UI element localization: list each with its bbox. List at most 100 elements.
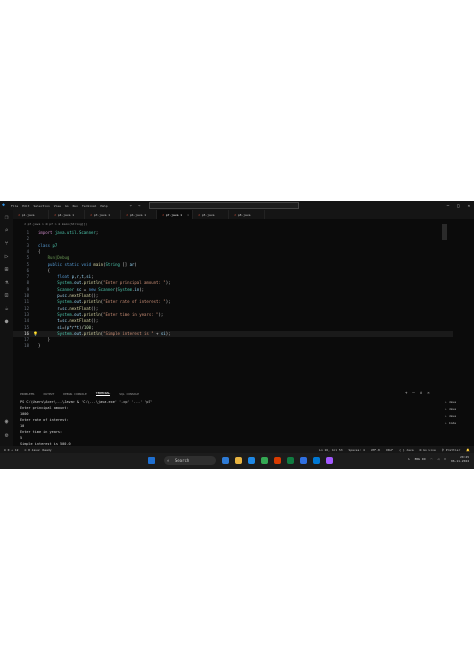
menu-help[interactable]: Help bbox=[100, 204, 107, 208]
taskbar-app-icon[interactable] bbox=[300, 457, 307, 464]
code-text: public static void main(String [] ar) bbox=[47, 261, 137, 267]
minimize-icon[interactable]: ─ bbox=[447, 203, 449, 208]
taskbar-app-icon[interactable] bbox=[248, 457, 255, 464]
menu-file[interactable]: File bbox=[11, 204, 18, 208]
status-item[interactable]: { } Java bbox=[399, 448, 413, 452]
code-text: System.out.println("Enter principal amou… bbox=[57, 280, 171, 286]
terminal-session-item[interactable]: ▸ Java bbox=[445, 413, 473, 420]
taskbar-app-icon[interactable] bbox=[274, 457, 281, 464]
menu-edit[interactable]: Edit bbox=[22, 204, 29, 208]
line-number: 5 bbox=[26, 255, 29, 261]
menu-go[interactable]: Go bbox=[65, 204, 69, 208]
menu-selection[interactable]: Selection bbox=[33, 204, 49, 208]
status-item[interactable]: ⚲ Prettier bbox=[442, 448, 460, 452]
taskbar-app-icon[interactable] bbox=[313, 457, 320, 464]
taskbar-app-icon[interactable] bbox=[326, 457, 333, 464]
code-line: 12 r=sc.nextFloat(); bbox=[13, 306, 453, 312]
tab-label: p8.java bbox=[237, 212, 251, 217]
tab-3[interactable]: Jp6.java 1 bbox=[121, 210, 157, 219]
nav-arrows: ← → bbox=[130, 203, 141, 208]
remote-explorer-icon[interactable]: ⊡ bbox=[3, 292, 10, 299]
volume-icon[interactable]: ◁ bbox=[437, 457, 439, 461]
tab-5[interactable]: Jp5.java bbox=[193, 210, 229, 219]
status-item[interactable]: CRLF bbox=[386, 448, 393, 452]
close-tab-icon[interactable]: ✕ bbox=[187, 213, 189, 217]
clock[interactable]: 20:45 06-11-2024 bbox=[451, 455, 469, 463]
tray-chevron-icon[interactable]: ∧ bbox=[408, 457, 410, 461]
live-share-icon[interactable]: ● bbox=[3, 318, 10, 325]
back-arrow-icon[interactable]: ← bbox=[130, 203, 132, 208]
new-terminal-icon[interactable]: + bbox=[405, 390, 407, 395]
menu-view[interactable]: View bbox=[54, 204, 61, 208]
code-editor[interactable]: 1 import java.util.Scanner; 2 3 class p7 4{5 … bbox=[13, 230, 474, 390]
code-text: r=sc.nextFloat(); bbox=[57, 305, 99, 311]
terminal-output[interactable]: PS C:\Users\Acer\...\Java> & 'C:\...\jav… bbox=[20, 399, 440, 453]
code-line: 1 import java.util.Scanner; bbox=[13, 230, 453, 236]
command-center-search[interactable] bbox=[148, 202, 299, 209]
taskbar-app-icon[interactable] bbox=[287, 457, 294, 464]
battery-icon[interactable]: ▭ bbox=[444, 457, 446, 461]
line-number: 18 bbox=[24, 343, 29, 349]
activity-bar: ❐ ⌕ ⑂ ▷ ⊞ ⚗ ⊡ ☕ ● ◉ ⚙ bbox=[0, 210, 13, 450]
panel-tab-problems[interactable]: PROBLEMS bbox=[20, 392, 34, 396]
java-projects-icon[interactable]: ☕ bbox=[3, 305, 10, 312]
taskbar-app-icon[interactable] bbox=[222, 457, 229, 464]
panel-tab-sql-console[interactable]: SQL CONSOLE bbox=[119, 392, 139, 396]
status-item[interactable]: 🔔 bbox=[466, 448, 470, 452]
status-item[interactable]: Ln 16, Col 53 bbox=[319, 448, 342, 452]
testing-icon[interactable]: ⚗ bbox=[3, 279, 10, 286]
status-bar: ⊗ 0 ⚠ 12 ⊙ 0 Java: Ready Ln 16, Col 53 Spa… bbox=[0, 446, 474, 453]
terminal-session-item[interactable]: ▸ Java bbox=[445, 406, 473, 413]
more-actions-icon[interactable]: ⋯ bbox=[412, 390, 414, 395]
code-line: 18} bbox=[13, 343, 453, 349]
code-line: 10 p=sc.nextFloat(); bbox=[13, 293, 453, 299]
search-icon[interactable]: ⌕ bbox=[3, 227, 10, 234]
code-line: 13 System.out.println("Enter time in yea… bbox=[13, 312, 453, 318]
run-debug-icon[interactable]: ▷ bbox=[3, 253, 10, 260]
panel-tab-debug-console[interactable]: DEBUG CONSOLE bbox=[63, 392, 86, 396]
start-windows-icon[interactable] bbox=[148, 457, 155, 464]
tab-4[interactable]: Jp7.java 1 ✕ bbox=[157, 210, 193, 219]
close-panel-icon[interactable]: ✕ bbox=[427, 390, 429, 395]
status-item[interactable]: ⚙ Go Live bbox=[420, 448, 436, 452]
status-item[interactable]: ⊗ 0 ⚠ 12 bbox=[4, 448, 18, 452]
tab-6[interactable]: Jp8.java bbox=[229, 210, 265, 219]
taskbar-app-icon[interactable] bbox=[261, 457, 268, 464]
taskbar-app-icon[interactable] bbox=[235, 457, 242, 464]
panel-tab-output[interactable]: OUTPUT bbox=[43, 392, 54, 396]
status-item[interactable]: ⊙ 0 Java: Ready bbox=[24, 448, 51, 452]
code-text: import java.util.Scanner; bbox=[38, 230, 99, 235]
manage-gear-icon[interactable]: ⚙ bbox=[3, 432, 10, 439]
taskbar-search-box[interactable]: ⌕ Search bbox=[164, 456, 216, 465]
tab-2[interactable]: Jp3.java 1 bbox=[85, 210, 121, 219]
explorer-icon[interactable]: ❐ bbox=[3, 214, 10, 221]
code-line: 8 System.out.println("Enter principal am… bbox=[13, 280, 453, 286]
terminal-session-item[interactable]: ▸ Java bbox=[445, 399, 473, 406]
tab-0[interactable]: Jp1.java bbox=[13, 210, 49, 219]
wifi-icon[interactable]: ◠ bbox=[431, 457, 433, 461]
maximize-panel-icon[interactable]: ∧ bbox=[420, 390, 422, 395]
forward-arrow-icon[interactable]: → bbox=[138, 203, 140, 208]
menu-terminal[interactable]: Terminal bbox=[82, 204, 96, 208]
source-control-icon[interactable]: ⑂ bbox=[3, 240, 10, 247]
tray-language[interactable]: ENG IN bbox=[415, 457, 426, 461]
line-number: 8 bbox=[26, 280, 29, 286]
account-icon[interactable]: ◉ bbox=[3, 418, 10, 425]
tab-1[interactable]: Jp4.java 1 bbox=[49, 210, 85, 219]
close-window-icon[interactable]: ✕ bbox=[468, 203, 470, 208]
terminal-session-label: Code bbox=[448, 421, 457, 425]
status-item[interactable]: UTF-8 bbox=[371, 448, 380, 452]
maximize-icon[interactable]: □ bbox=[457, 203, 459, 208]
java-file-icon: J bbox=[198, 212, 200, 217]
status-item[interactable]: Spaces: 4 bbox=[349, 448, 365, 452]
extensions-icon[interactable]: ⊞ bbox=[3, 266, 10, 273]
menu-run[interactable]: Run bbox=[73, 204, 78, 208]
code-text: System.out.println("Simple interest is "… bbox=[57, 330, 171, 336]
panel-tab-terminal[interactable]: TERMINAL bbox=[95, 391, 111, 396]
editor-tabs: Jp1.java Jp4.java 1 Jp3.java 1 Jp6.java 1Jp… bbox=[13, 210, 474, 219]
system-tray: ∧ ENG IN ◠ ◁ ▭ 20:45 06-11-2024 bbox=[408, 455, 469, 463]
vscode-logo-icon: ◆ bbox=[2, 202, 6, 208]
panel-tabs: PROBLEMS OUTPUT DEBUG CONSOLE TERMINAL SQL C… bbox=[20, 390, 139, 397]
terminal-session-item[interactable]: ▸ Code bbox=[445, 420, 473, 427]
terminal-session-label: Java bbox=[448, 407, 457, 411]
